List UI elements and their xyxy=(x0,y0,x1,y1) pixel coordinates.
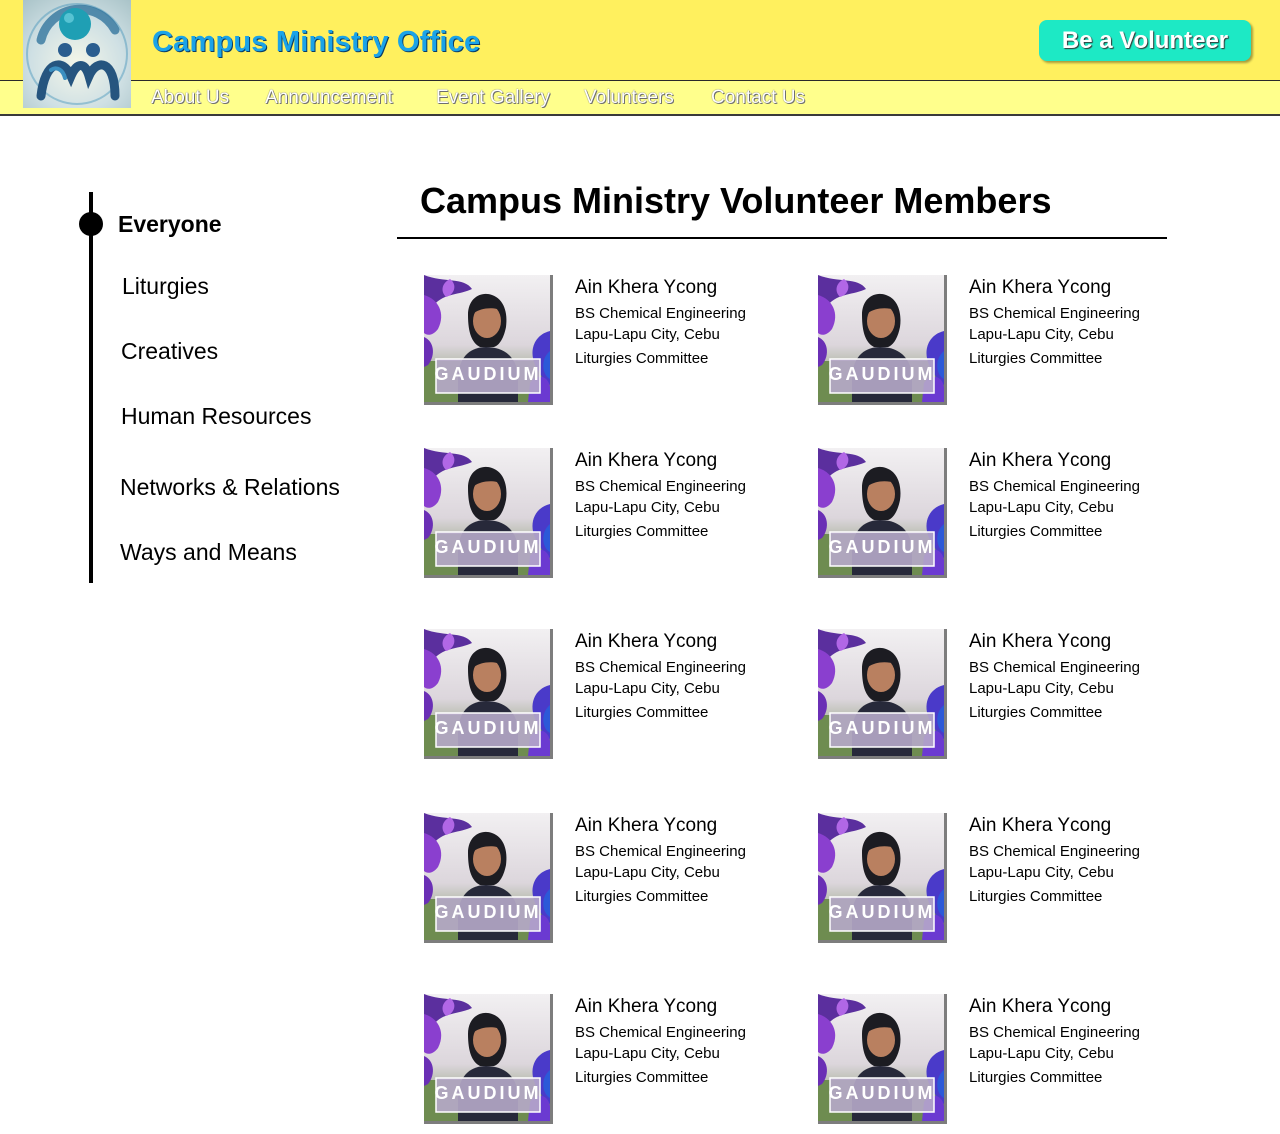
sidebar-item-liturgies[interactable]: Liturgies xyxy=(122,273,209,300)
photo-caption-text: GAUDIUM xyxy=(435,364,542,384)
member-course: BS Chemical Engineering xyxy=(575,305,746,322)
be-a-volunteer-button[interactable]: Be a Volunteer xyxy=(1039,20,1251,61)
member-committee: Liturgies Committee xyxy=(575,1069,709,1086)
photo-caption-text: GAUDIUM xyxy=(435,718,542,738)
nav-announcement[interactable]: Announcement xyxy=(265,87,393,109)
member-card[interactable]: GAUDIUM Ain Khera Ycong BS Chemical Engi… xyxy=(424,275,784,415)
member-committee: Liturgies Committee xyxy=(969,350,1103,367)
member-course: BS Chemical Engineering xyxy=(969,1024,1140,1041)
photo-caption-text: GAUDIUM xyxy=(435,537,542,557)
member-course: BS Chemical Engineering xyxy=(575,659,746,676)
member-committee: Liturgies Committee xyxy=(575,523,709,540)
member-name: Ain Khera Ycong xyxy=(575,815,718,836)
member-card[interactable]: GAUDIUM Ain Khera Ycong BS Chemical Engi… xyxy=(818,448,1178,588)
member-committee: Liturgies Committee xyxy=(969,523,1103,540)
member-course: BS Chemical Engineering xyxy=(575,478,746,495)
member-location: Lapu-Lapu City, Cebu xyxy=(969,680,1114,697)
member-name: Ain Khera Ycong xyxy=(969,631,1112,652)
photo-caption-text: GAUDIUM xyxy=(829,364,936,384)
member-name: Ain Khera Ycong xyxy=(969,996,1112,1017)
photo-caption-text: GAUDIUM xyxy=(829,1083,936,1103)
member-card[interactable]: GAUDIUM Ain Khera Ycong BS Chemical Engi… xyxy=(818,275,1178,415)
member-location: Lapu-Lapu City, Cebu xyxy=(969,864,1114,881)
nav-about-us[interactable]: About Us xyxy=(151,87,229,109)
sidebar-item-creatives[interactable]: Creatives xyxy=(121,338,218,365)
photo-caption-text: GAUDIUM xyxy=(829,537,936,557)
member-course: BS Chemical Engineering xyxy=(969,843,1140,860)
member-card[interactable]: GAUDIUM Ain Khera Ycong BS Chemical Engi… xyxy=(424,629,784,769)
member-course: BS Chemical Engineering xyxy=(575,1024,746,1041)
member-name: Ain Khera Ycong xyxy=(575,996,718,1017)
page-title: Campus Ministry Volunteer Members xyxy=(420,180,1052,221)
site-header: Campus Ministry Office Be a Volunteer Ab… xyxy=(0,0,1280,116)
member-name: Ain Khera Ycong xyxy=(575,450,718,471)
photo-caption-text: GAUDIUM xyxy=(435,1083,542,1103)
member-location: Lapu-Lapu City, Cebu xyxy=(969,1045,1114,1062)
nav-volunteers[interactable]: Volunteers xyxy=(584,87,674,109)
photo-caption-text: GAUDIUM xyxy=(829,902,936,922)
sidebar-item-ways-and-means[interactable]: Ways and Means xyxy=(120,539,297,566)
member-name: Ain Khera Ycong xyxy=(575,277,718,298)
nav-event-gallery[interactable]: Event Gallery xyxy=(436,87,550,109)
member-name: Ain Khera Ycong xyxy=(575,631,718,652)
member-photo: GAUDIUM xyxy=(818,448,947,578)
member-name: Ain Khera Ycong xyxy=(969,450,1112,471)
member-committee: Liturgies Committee xyxy=(969,704,1103,721)
member-course: BS Chemical Engineering xyxy=(969,305,1140,322)
member-photo: GAUDIUM xyxy=(818,629,947,759)
member-photo: GAUDIUM xyxy=(818,994,947,1124)
site-title: Campus Ministry Office xyxy=(152,26,481,58)
member-location: Lapu-Lapu City, Cebu xyxy=(575,1045,720,1062)
member-card[interactable]: GAUDIUM Ain Khera Ycong BS Chemical Engi… xyxy=(818,629,1178,769)
member-location: Lapu-Lapu City, Cebu xyxy=(575,499,720,516)
member-course: BS Chemical Engineering xyxy=(969,659,1140,676)
member-course: BS Chemical Engineering xyxy=(575,843,746,860)
title-divider xyxy=(397,237,1167,239)
member-name: Ain Khera Ycong xyxy=(969,277,1112,298)
member-location: Lapu-Lapu City, Cebu xyxy=(575,864,720,881)
member-committee: Liturgies Committee xyxy=(969,888,1103,905)
member-name: Ain Khera Ycong xyxy=(969,815,1112,836)
member-photo: GAUDIUM xyxy=(424,994,553,1124)
member-location: Lapu-Lapu City, Cebu xyxy=(575,680,720,697)
member-committee: Liturgies Committee xyxy=(575,350,709,367)
member-committee: Liturgies Committee xyxy=(969,1069,1103,1086)
active-indicator-dot xyxy=(79,212,103,236)
member-card[interactable]: GAUDIUM Ain Khera Ycong BS Chemical Engi… xyxy=(424,813,784,953)
member-photo: GAUDIUM xyxy=(818,275,947,405)
member-card[interactable]: GAUDIUM Ain Khera Ycong BS Chemical Engi… xyxy=(424,994,784,1134)
member-committee: Liturgies Committee xyxy=(575,888,709,905)
member-committee: Liturgies Committee xyxy=(575,704,709,721)
member-location: Lapu-Lapu City, Cebu xyxy=(969,499,1114,516)
sidebar-timeline-line xyxy=(89,192,93,583)
photo-caption-text: GAUDIUM xyxy=(829,718,936,738)
member-location: Lapu-Lapu City, Cebu xyxy=(969,326,1114,343)
member-photo: GAUDIUM xyxy=(818,813,947,943)
member-location: Lapu-Lapu City, Cebu xyxy=(575,326,720,343)
member-course: BS Chemical Engineering xyxy=(969,478,1140,495)
member-photo: GAUDIUM xyxy=(424,629,553,759)
member-photo: GAUDIUM xyxy=(424,813,553,943)
member-photo: GAUDIUM xyxy=(424,275,553,405)
photo-caption-text: GAUDIUM xyxy=(435,902,542,922)
campus-ministry-logo-icon[interactable] xyxy=(23,0,131,108)
sidebar-item-human-resources[interactable]: Human Resources xyxy=(121,403,311,430)
sidebar-item-networks-relations[interactable]: Networks & Relations xyxy=(120,474,340,501)
member-photo: GAUDIUM xyxy=(424,448,553,578)
sidebar-item-everyone[interactable]: Everyone xyxy=(118,211,222,238)
member-card[interactable]: GAUDIUM Ain Khera Ycong BS Chemical Engi… xyxy=(818,813,1178,953)
nav-contact-us[interactable]: Contact Us xyxy=(711,87,805,109)
member-card[interactable]: GAUDIUM Ain Khera Ycong BS Chemical Engi… xyxy=(424,448,784,588)
member-card[interactable]: GAUDIUM Ain Khera Ycong BS Chemical Engi… xyxy=(818,994,1178,1134)
